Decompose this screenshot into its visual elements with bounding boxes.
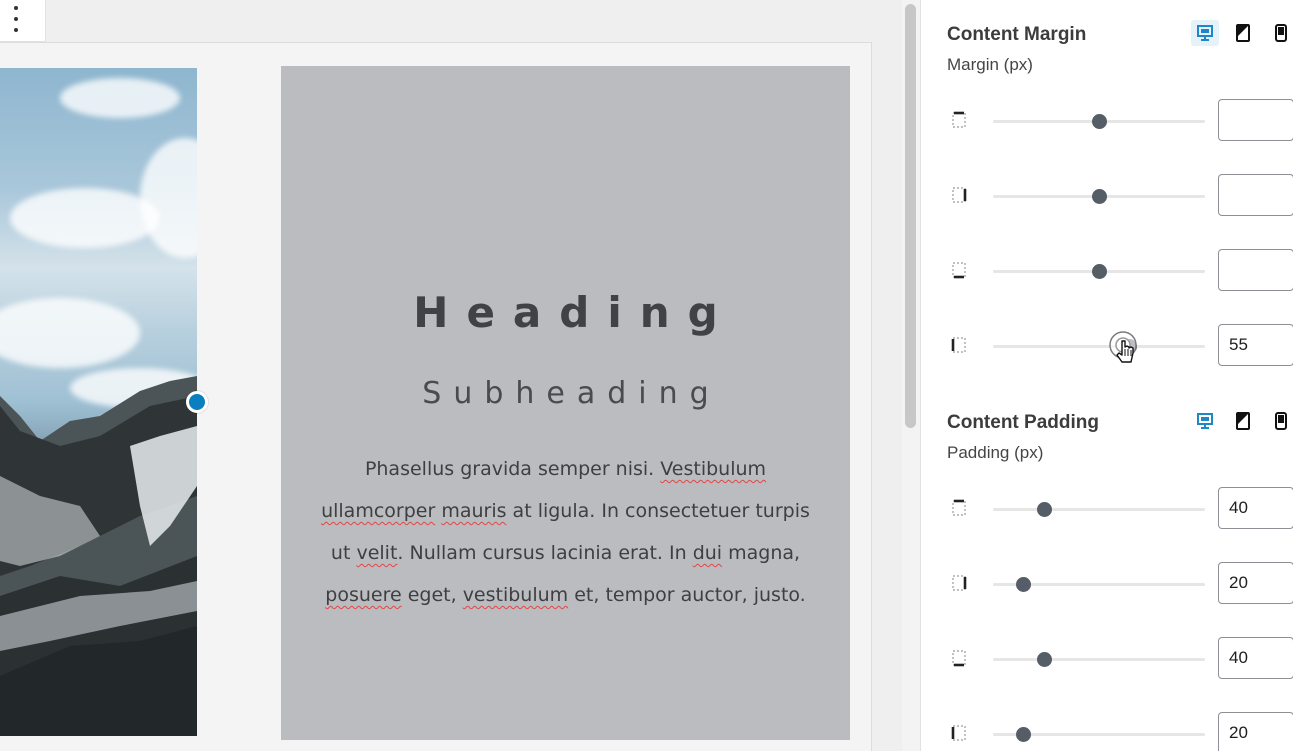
padding-left-icon — [951, 724, 967, 742]
padding-top-slider[interactable] — [993, 508, 1205, 511]
mobile-icon[interactable] — [1267, 20, 1293, 46]
margin-bottom-icon — [951, 261, 967, 279]
settings-sidebar: Content Margin Margin (px) 55 Content Pa… — [920, 0, 1293, 751]
padding-top-input[interactable]: 40 — [1218, 487, 1293, 529]
desktop-icon[interactable] — [1191, 408, 1219, 434]
padding-top-control: 40 — [947, 487, 1293, 531]
margin-left-icon — [951, 336, 967, 354]
padding-left-control: 20 — [947, 712, 1293, 751]
content-heading[interactable]: Heading — [281, 288, 850, 337]
desktop-icon[interactable] — [1191, 20, 1219, 46]
padding-bottom-input[interactable]: 40 — [1218, 637, 1293, 679]
content-margin-title: Content Margin — [947, 24, 1087, 45]
margin-unit-label: Margin (px) — [947, 55, 1033, 74]
margin-bottom-control — [947, 249, 1293, 293]
content-subheading[interactable]: Subheading — [281, 376, 850, 411]
margin-right-icon — [951, 186, 967, 204]
padding-bottom-slider[interactable] — [993, 658, 1205, 661]
mobile-icon[interactable] — [1267, 408, 1293, 434]
more-vertical-icon[interactable] — [12, 6, 20, 32]
media-image[interactable] — [0, 68, 197, 736]
misspelled-word: vestibulum — [462, 584, 569, 606]
padding-top-icon — [951, 499, 967, 517]
slider-thumb[interactable] — [1015, 577, 1031, 592]
misspelled-word: mauris — [441, 500, 507, 522]
misspelled-word: Vestibulum — [660, 458, 767, 480]
resize-handle[interactable] — [186, 391, 208, 413]
padding-right-control: 20 — [947, 562, 1293, 606]
margin-left-slider[interactable] — [993, 345, 1205, 348]
slider-thumb[interactable] — [1036, 652, 1052, 667]
margin-left-input[interactable]: 55 — [1218, 324, 1293, 366]
canvas-scrollbar[interactable] — [902, 0, 920, 751]
misspelled-word: velit — [356, 542, 398, 564]
content-box[interactable]: Heading Subheading Phasellus gravida sem… — [281, 66, 850, 740]
tablet-icon[interactable] — [1229, 20, 1257, 46]
slider-thumb[interactable] — [1092, 264, 1107, 279]
margin-top-control — [947, 99, 1293, 143]
slider-thumb[interactable] — [1092, 114, 1107, 129]
canvas-scrollbar-thumb[interactable] — [905, 4, 916, 428]
slider-thumb[interactable] — [1092, 189, 1107, 204]
body-text-run: eget, — [401, 584, 463, 606]
padding-device-switcher — [1191, 408, 1293, 434]
content-padding-title: Content Padding — [947, 412, 1099, 433]
mountain-illustration — [0, 376, 197, 736]
margin-top-input[interactable] — [1218, 99, 1293, 141]
body-text-run: . Nullam cursus lacinia erat. In — [397, 542, 693, 564]
tablet-icon[interactable] — [1229, 408, 1257, 434]
padding-right-input[interactable]: 20 — [1218, 562, 1293, 604]
pointer-cursor-icon — [1109, 331, 1137, 363]
margin-device-switcher — [1191, 20, 1293, 46]
misspelled-word: ullamcorper — [321, 500, 436, 522]
body-text-run: Phasellus gravida semper nisi. — [364, 458, 661, 480]
slider-thumb[interactable] — [1036, 502, 1052, 517]
margin-bottom-input[interactable] — [1218, 249, 1293, 291]
padding-left-input[interactable]: 20 — [1218, 712, 1293, 751]
padding-right-icon — [951, 574, 967, 592]
block-toolbar — [0, 0, 46, 42]
misspelled-word: posuere — [325, 584, 402, 606]
padding-bottom-icon — [951, 649, 967, 667]
editor-canvas: Heading Subheading Phasellus gravida sem… — [0, 0, 902, 751]
slider-thumb[interactable] — [1015, 727, 1031, 742]
content-body[interactable]: Phasellus gravida semper nisi. Vestibulu… — [321, 448, 810, 616]
misspelled-word: dui — [692, 542, 723, 564]
body-text-run: magna, — [722, 542, 801, 564]
body-text-run: et, tempor auctor, justo. — [568, 584, 806, 606]
margin-right-control — [947, 174, 1293, 218]
padding-unit-label: Padding (px) — [947, 443, 1044, 462]
padding-bottom-control: 40 — [947, 637, 1293, 681]
margin-right-input[interactable] — [1218, 174, 1293, 216]
margin-top-icon — [951, 111, 967, 129]
